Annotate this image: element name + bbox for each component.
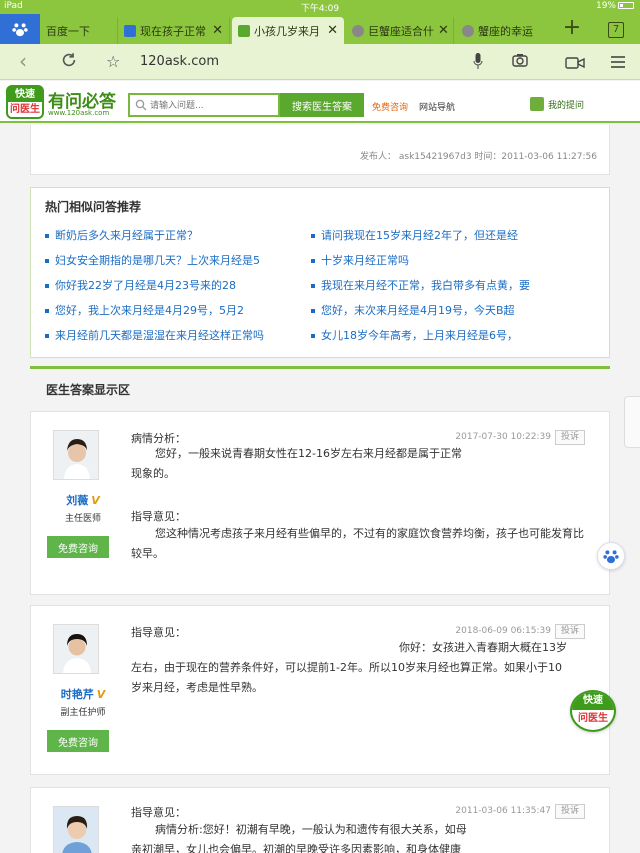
favicon-icon	[124, 24, 136, 37]
close-icon[interactable]: ✕	[323, 23, 338, 38]
globe-icon	[462, 24, 474, 37]
my-questions-link[interactable]: 我的提问	[530, 97, 584, 111]
answer-card: 时艳芹 V 副主任护师 免费咨询 指导意见： 2018-06-09 06:15:3…	[30, 605, 610, 775]
site-logo[interactable]: 快速 问医生	[6, 85, 44, 119]
tab-count-icon[interactable]: 7	[608, 22, 624, 38]
site-domain: www.120ask.com	[48, 109, 110, 117]
tab-cancer-fit[interactable]: 巨蟹座适合什 ✕	[346, 17, 454, 44]
microphone-icon[interactable]	[473, 52, 483, 70]
site-search-input[interactable]	[150, 98, 276, 114]
hot-link[interactable]: 请问我现在15岁来月经2年了，但还是经	[311, 227, 601, 243]
site-nav-link[interactable]: 网站导航	[419, 100, 455, 113]
verified-v-icon: V	[91, 494, 100, 507]
baidu-paw-float-icon[interactable]	[597, 542, 625, 570]
tab-active[interactable]: 小孩几岁来月 ✕	[232, 17, 344, 44]
favicon-icon	[238, 24, 250, 37]
answers-section-title: 医生答案显示区	[46, 383, 131, 397]
site-search-box	[128, 93, 280, 117]
answer-time: 2018-06-09 06:15:39	[455, 626, 551, 636]
doctor-avatar[interactable]	[53, 806, 99, 853]
video-icon[interactable]	[565, 56, 585, 70]
answer-label: 指导意见：	[131, 806, 186, 819]
side-scroll-tab[interactable]	[624, 396, 640, 448]
report-button[interactable]: 投诉	[555, 804, 585, 819]
report-button[interactable]: 投诉	[555, 430, 585, 445]
tab-cancer-lucky[interactable]: 蟹座的幸运	[456, 17, 548, 44]
answer-card: 刘薇 V 主任医师 免费咨询 病情分析： 2017-07-30 10:22:39 …	[30, 411, 610, 595]
address-bar: ‹ ☆ 120ask.com	[0, 44, 640, 80]
answer-text: 您这种情况考虑孩子来月经有些偏早的，不过有的家庭饮食营养均衡，孩子也可能发育比较…	[131, 527, 584, 560]
hot-link[interactable]: 断奶后多久来月经属于正常？	[45, 227, 295, 243]
bookmark-star-icon[interactable]: ☆	[106, 52, 120, 71]
hot-title: 热门相似问答推荐	[45, 200, 142, 214]
answer-label: 指导意见：	[131, 510, 186, 523]
tab-label: 巨蟹座适合什	[368, 24, 434, 38]
hot-related-qa: 热门相似问答推荐 断奶后多久来月经属于正常？ 妇女安全期指的是哪几天？上次来月经…	[30, 187, 610, 358]
verified-v-icon: V	[96, 688, 106, 701]
camera-icon[interactable]	[512, 53, 528, 67]
tab-label: 现在孩子正常	[140, 24, 206, 38]
free-consult-button[interactable]: 免费咨询	[47, 536, 109, 558]
back-icon[interactable]: ‹	[12, 51, 34, 73]
doctor-avatar[interactable]	[53, 624, 99, 674]
hot-link[interactable]: 妇女安全期指的是哪几天？上次来月经是5	[45, 252, 295, 268]
site-header: 快速 问医生 有问必答 www.120ask.com 搜索医生答案 免费咨询 网…	[0, 81, 640, 123]
close-icon[interactable]: ✕	[434, 23, 449, 38]
answer-card: 指导意见： 2011-03-06 11:35:47 投诉 病情分析:您好！初潮有…	[30, 787, 610, 853]
tab-label: 蟹座的幸运	[478, 24, 533, 38]
answer-time: 2017-07-30 10:22:39	[455, 432, 551, 442]
report-button[interactable]: 投诉	[555, 624, 585, 639]
answer-text: 病情分析:您好！初潮有早晚，一般认为和遗传有很大关系，如母亲初潮早，女儿也会偏早…	[131, 823, 467, 853]
menu-icon[interactable]	[610, 55, 626, 69]
hot-link[interactable]: 十岁来月经正常吗	[311, 252, 601, 268]
question-card: 发布人： ask15421967d3 时间：2011-03-06 11:27:5…	[30, 125, 610, 175]
hot-link[interactable]: 来月经前几天都是湿湿在来月经这样正常吗	[45, 327, 305, 343]
user-icon	[530, 97, 544, 111]
tab-strip: 百度一下 现在孩子正常 ✕ 小孩几岁来月 ✕ 巨蟹座适合什 ✕ 蟹座的幸运 + …	[0, 14, 640, 44]
section-divider	[30, 366, 610, 369]
globe-icon	[352, 24, 364, 37]
tab-label: 百度一下	[46, 24, 90, 38]
search-icon	[135, 99, 147, 111]
close-icon[interactable]: ✕	[208, 23, 223, 38]
battery-indicator: 19%	[596, 1, 634, 11]
hot-link[interactable]: 女儿18岁今年高考，上月来月经是6号，	[311, 327, 601, 343]
free-consult-link[interactable]: 免费咨询	[372, 100, 408, 113]
hot-link[interactable]: 您好，末次来月经是4月19号，今天B超	[311, 302, 601, 318]
answer-text: 您好，一般来说青春期女性在12-16岁左右来月经都是属于正常现象的。	[131, 447, 462, 480]
tab-kid-normal[interactable]: 现在孩子正常 ✕	[118, 17, 230, 44]
question-meta: 发布人： ask15421967d3 时间：2011-03-06 11:27:5…	[360, 152, 597, 162]
hot-link[interactable]: 您好，我上次来月经是4月29号，5月2	[45, 302, 295, 318]
status-bar: iPad 下午4:09 19%	[0, 0, 640, 14]
doctor-title: 副主任护师	[60, 708, 106, 718]
quick-ask-doctor-button[interactable]: 快速 问医生	[570, 690, 616, 732]
free-consult-button[interactable]: 免费咨询	[47, 730, 109, 752]
doctor-avatar[interactable]	[53, 430, 99, 480]
search-doctor-answers-button[interactable]: 搜索医生答案	[280, 93, 364, 117]
baidu-paw-icon[interactable]	[0, 14, 40, 44]
new-tab-icon[interactable]: +	[560, 17, 584, 41]
answer-time: 2011-03-06 11:35:47	[455, 806, 551, 816]
battery-icon	[618, 2, 634, 9]
doctor-name[interactable]: 刘薇 V	[31, 492, 135, 508]
hot-link[interactable]: 我现在来月经不正常，我白带多有点黄，要	[311, 277, 601, 293]
url-field[interactable]: ☆ 120ask.com	[100, 50, 540, 74]
tab-baidu[interactable]: 百度一下	[40, 17, 118, 44]
url-text: 120ask.com	[140, 54, 219, 69]
clock: 下午4:09	[300, 4, 340, 14]
doctor-name[interactable]: 时艳芹 V	[31, 686, 135, 702]
reload-icon[interactable]	[58, 51, 80, 73]
doctor-title: 主任医师	[64, 514, 101, 524]
hot-link[interactable]: 你好我22岁了月经是4月23号来的28	[45, 277, 295, 293]
tab-label: 小孩几岁来月	[254, 24, 320, 38]
answer-text: 你好：女孩进入青春期大概在13岁左右，由于现在的营养条件好，可以提前1-2年。所…	[131, 641, 567, 694]
